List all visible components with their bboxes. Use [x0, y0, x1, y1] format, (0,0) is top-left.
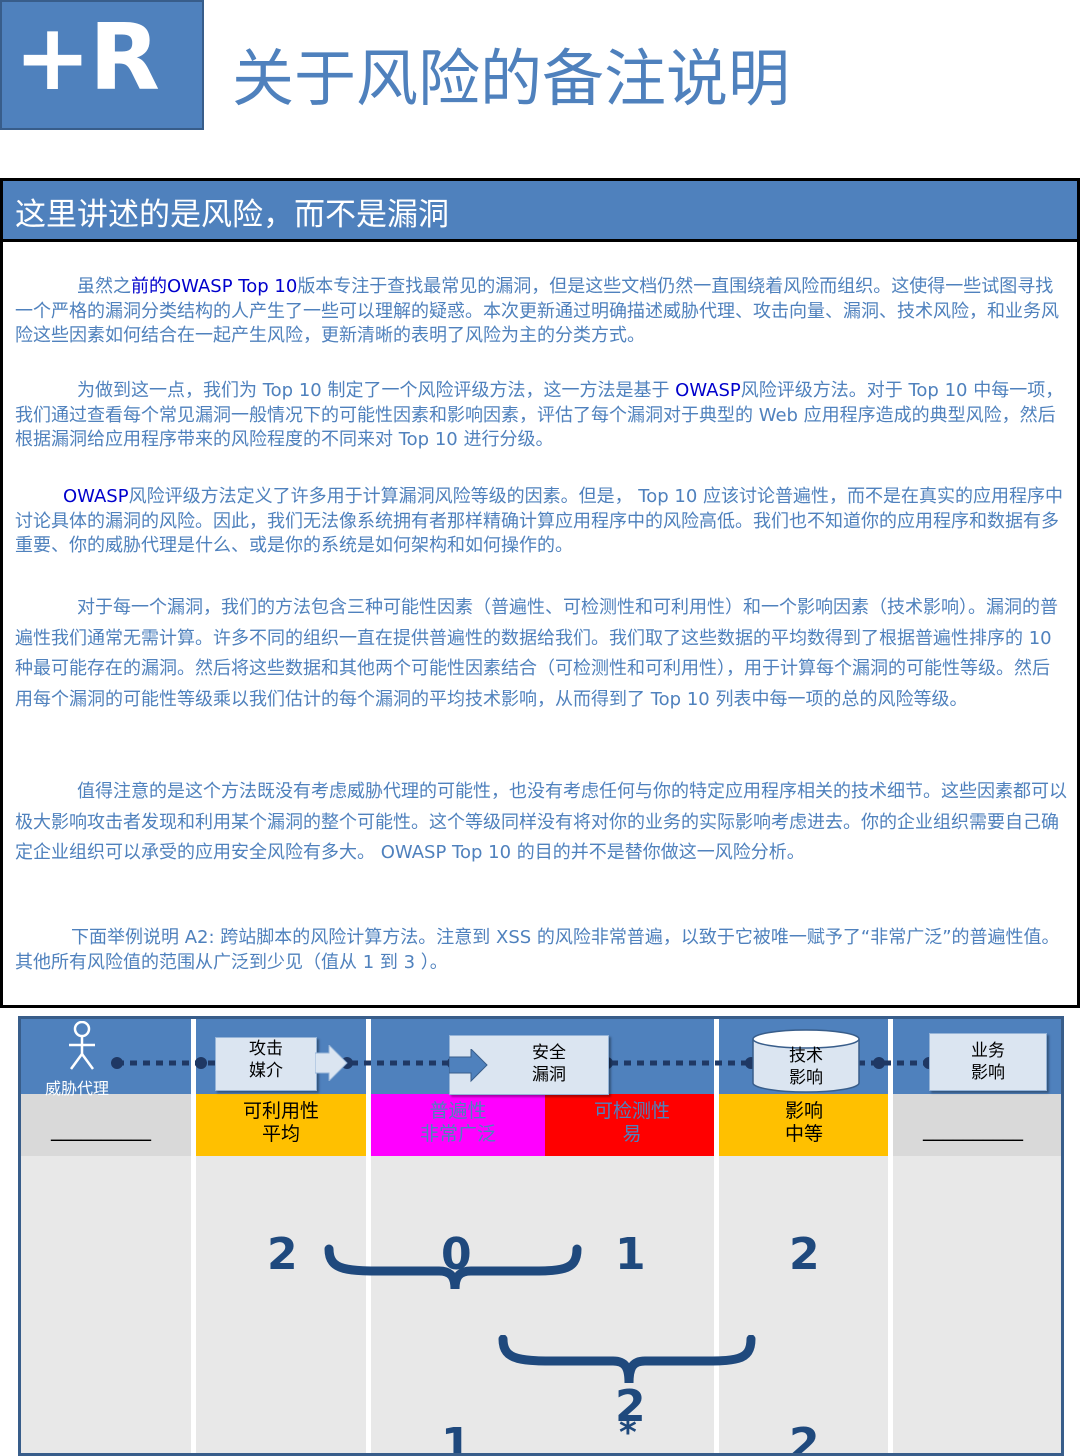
score-detectability: 1: [615, 1229, 646, 1280]
threat-agent-dash: __________: [51, 1117, 151, 1141]
panel-heading: 这里讲述的是风险，而不是漏洞: [15, 197, 449, 233]
stage-line: 攻击: [249, 1039, 283, 1059]
factor-value: 平均: [261, 1123, 300, 1145]
business-impact-box: 业务 影响: [929, 1033, 1047, 1091]
p3-text-rest: 风险评级方法定义了许多用于计算漏洞风险等级的因素。但是， Top 10 应该讨论…: [15, 486, 1064, 556]
factor-name: 普遍性: [429, 1100, 487, 1122]
paragraph-4: 对于每一个漏洞，我们的方法包含三种可能性因素（普遍性、可检测性和可利用性）和一个…: [15, 597, 1058, 710]
factor-name: 影响: [784, 1100, 823, 1122]
factor-detectability: 可检测性 易: [545, 1094, 719, 1156]
stage-line: 影响: [971, 1063, 1005, 1083]
factor-impact: 影响 中等: [719, 1094, 889, 1156]
factor-exploitability: 可利用性 平均: [196, 1094, 366, 1156]
brace-icon: [324, 1244, 582, 1290]
p2-highlight: OWASP: [675, 380, 741, 401]
stage-line: 业务: [971, 1041, 1005, 1061]
bottom-value-left: 1: [441, 1419, 472, 1456]
score-exploitability: 2: [267, 1229, 298, 1280]
p2-text: 为做到这一点，我们为 Top 10 制定了一个风险评级方法，这一方法是基于: [77, 380, 676, 401]
threat-agent-icon: [69, 1021, 95, 1070]
risk-calculation-diagram: 可利用性 平均 普遍性 非常广泛 可检测性 易 影响 中等 __________…: [18, 1016, 1064, 1456]
factor-name: 可利用性: [242, 1100, 319, 1122]
paragraph-6: 下面举例说明 A2: 跨站脚本的风险计算方法。注意到 XSS 的风险非常普遍，以…: [15, 927, 1060, 973]
stage-line: 技术: [789, 1046, 823, 1066]
p1-text: 虽然之: [77, 276, 131, 297]
paragraph-5: 值得注意的是这个方法既没有考虑威胁代理的可能性，也没有考虑任何与你的特定应用程序…: [15, 781, 1067, 863]
paragraph-3: OWASP风险评级方法定义了许多用于计算漏洞风险等级的因素。但是， Top 10…: [15, 485, 1067, 559]
panel-heading-bar: 这里讲述的是风险，而不是漏洞: [3, 181, 1077, 242]
arrow-icon: [315, 1045, 348, 1081]
technical-impact-label: 技术 影响: [751, 1045, 861, 1089]
stage-line: 影响: [789, 1068, 823, 1088]
p3-highlight: OWASP: [63, 486, 129, 507]
multiply-sign: *: [619, 1413, 637, 1453]
business-impact-dash: __________: [923, 1117, 1023, 1141]
page-title: 关于风险的备注说明: [232, 42, 791, 115]
factor-value: 中等: [784, 1123, 823, 1145]
factor-prevalence: 普遍性 非常广泛: [371, 1094, 545, 1156]
score-impact: 2: [789, 1229, 820, 1280]
logo-text: +R: [14, 4, 160, 111]
factor-name: 可检测性: [593, 1100, 670, 1122]
risk-text-panel: 这里讲述的是风险，而不是漏洞 虽然之前的OWASP Top 10版本专注于查找最…: [0, 178, 1080, 1008]
factor-value: 易: [622, 1123, 642, 1145]
bottom-value-right: 2: [789, 1419, 820, 1456]
factor-value: 非常广泛: [419, 1123, 496, 1145]
threat-agent-label: 威胁代理: [45, 1079, 110, 1098]
attack-vector-box: 攻击 媒介: [215, 1037, 317, 1091]
logo-box: +R: [0, 0, 204, 130]
p1-highlight: 前的OWASP Top 10: [131, 276, 298, 297]
paragraph-2: 为做到这一点，我们为 Top 10 制定了一个风险评级方法，这一方法是基于 OW…: [15, 379, 1067, 453]
stage-line: 媒介: [249, 1061, 283, 1081]
paragraph-1: 虽然之前的OWASP Top 10版本专注于查找最常见的漏洞，但是这些文档仍然一…: [15, 275, 1067, 349]
arrow-icon: [449, 1049, 488, 1083]
